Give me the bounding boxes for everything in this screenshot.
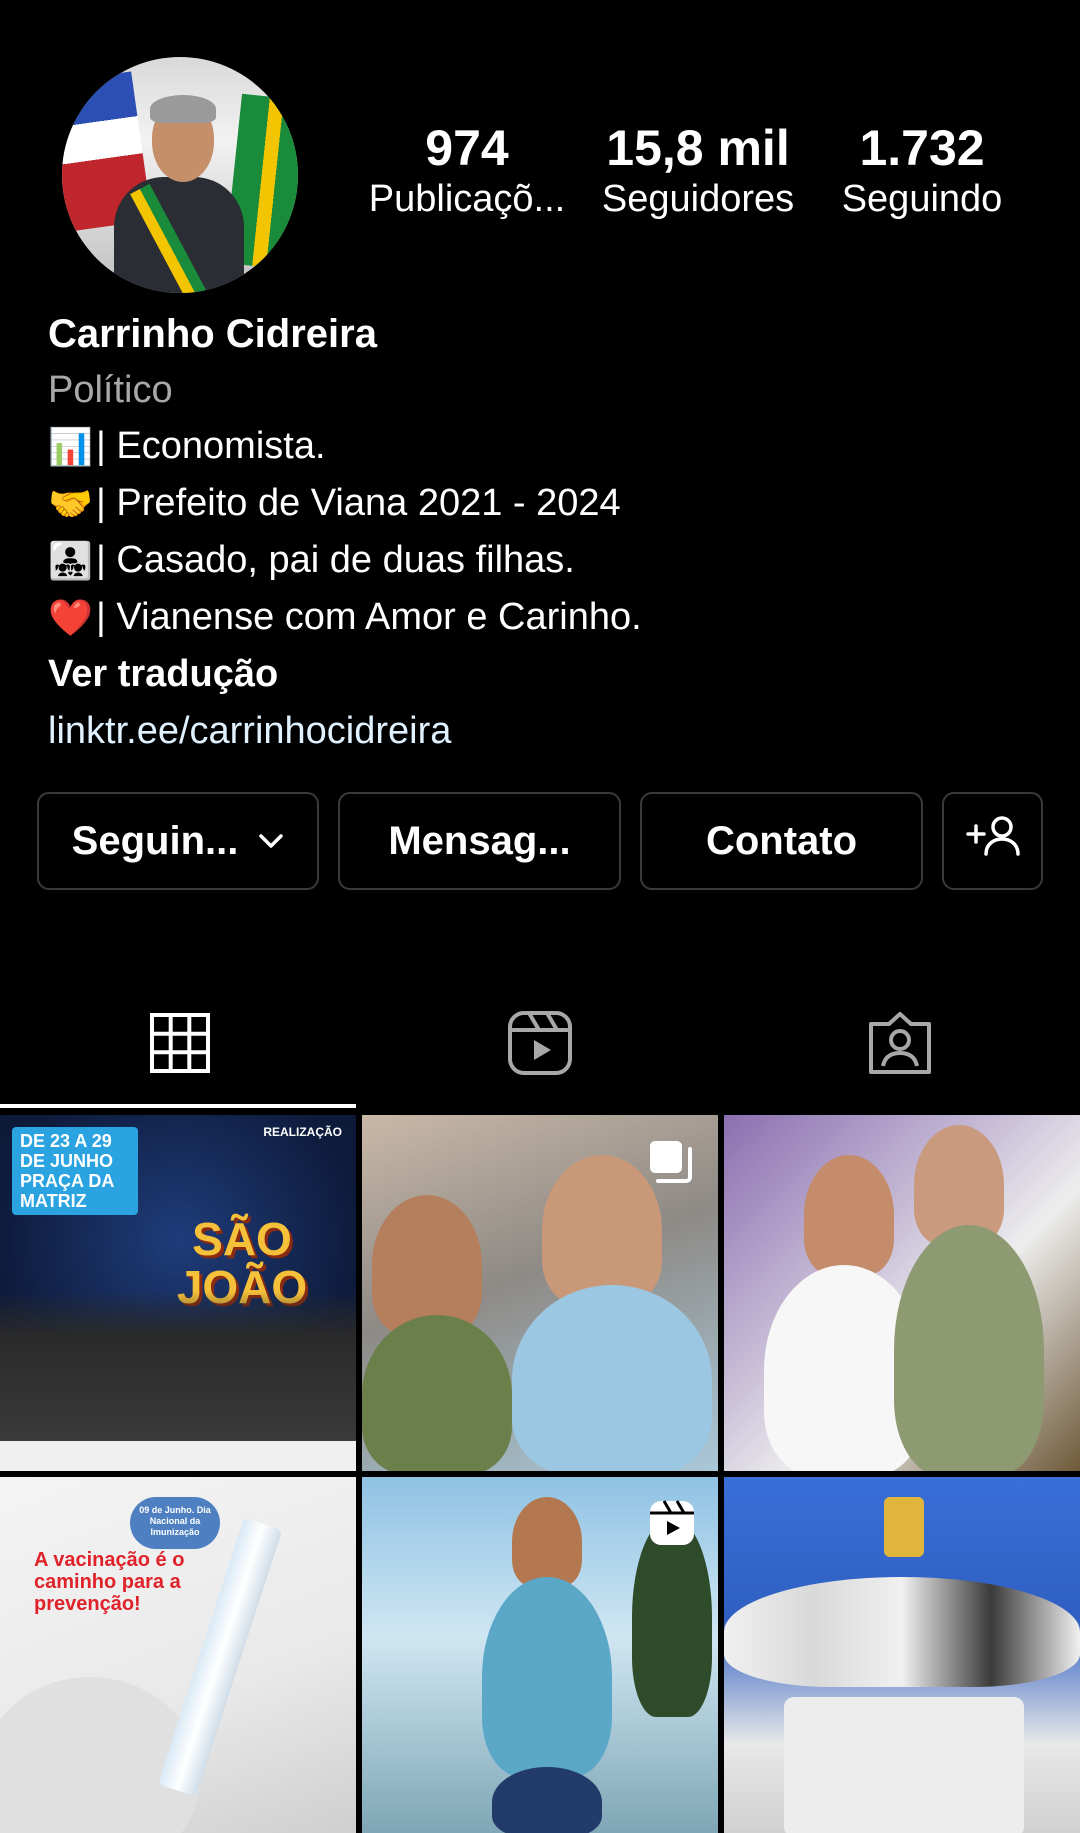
post-image-person — [894, 1225, 1044, 1471]
contact-button[interactable]: Contato — [640, 792, 923, 890]
post-image-person — [804, 1155, 894, 1275]
bar-chart-emoji-icon: 📊 — [48, 426, 93, 467]
tab-tagged[interactable] — [720, 985, 1080, 1105]
contact-button-label: Contato — [705, 818, 858, 863]
post-thumbnail[interactable] — [724, 1477, 1080, 1833]
bio-line-text: | Prefeito de Viana 2021 - 2024 — [96, 482, 621, 524]
bio-line: 👨‍👧‍👧 | Casado, pai de duas filhas. — [48, 532, 1050, 589]
following-button[interactable]: Seguin... — [37, 792, 319, 890]
stat-followers-count: 15,8 mil — [606, 120, 790, 176]
posts-grid: DE 23 A 29 DE JUNHO PRAÇA DA MATRIZ REAL… — [0, 1115, 1080, 1833]
profile-tabs — [0, 985, 1080, 1105]
profile-avatar[interactable] — [62, 57, 298, 293]
post-image-person — [362, 1315, 512, 1471]
tab-grid[interactable] — [0, 985, 360, 1105]
message-button-label: Mensag... — [388, 818, 571, 863]
post-tag-pill: 09 de Junho. Dia Nacional da Imunização — [130, 1497, 220, 1549]
post-thumbnail[interactable]: DE 23 A 29 DE JUNHO PRAÇA DA MATRIZ REAL… — [0, 1115, 356, 1471]
post-image-group — [724, 1577, 1080, 1687]
stat-posts[interactable]: 974 Publicaçõ... — [358, 120, 576, 222]
post-image-person — [372, 1195, 482, 1335]
post-image-person — [512, 1497, 582, 1587]
see-translation-link[interactable]: Ver tradução — [48, 646, 1050, 703]
bio-line-text: | Vianense com Amor e Carinho. — [96, 596, 642, 638]
grid-icon — [149, 1012, 211, 1079]
post-date-text: DE 23 A 29 DE JUNHO PRAÇA DA MATRIZ — [12, 1127, 138, 1215]
stat-posts-label: Publicaçõ... — [368, 178, 566, 220]
post-thumbnail[interactable] — [362, 1115, 718, 1471]
stat-followers-label: Seguidores — [601, 178, 795, 220]
reels-icon — [507, 1010, 573, 1081]
bio-line: 🤝 | Prefeito de Viana 2021 - 2024 — [48, 475, 1050, 532]
chevron-down-icon — [258, 833, 284, 849]
post-image-person — [492, 1767, 602, 1833]
bio-line-text: | Casado, pai de duas filhas. — [96, 539, 575, 581]
handshake-emoji-icon: 🤝 — [48, 483, 93, 524]
tagged-icon — [867, 1010, 933, 1081]
bio-line: ❤️ | Vianense com Amor e Carinho. — [48, 589, 1050, 646]
avatar-hair — [150, 95, 216, 123]
post-image-person — [542, 1155, 662, 1305]
active-tab-indicator — [0, 1104, 356, 1108]
suggested-people-button[interactable] — [942, 792, 1043, 890]
profile-website-link[interactable]: linktr.ee/carrinhocidreira — [48, 703, 1050, 760]
post-image-person — [482, 1577, 612, 1777]
family-emoji-icon: 👨‍👧‍👧 — [48, 540, 93, 581]
post-thumbnail[interactable] — [362, 1477, 718, 1833]
profile-bio: Carrinho Cidreira Político 📊 | Economist… — [48, 306, 1050, 760]
carousel-icon — [648, 1139, 694, 1190]
post-image-person — [512, 1285, 712, 1471]
following-button-label: Seguin... — [71, 818, 239, 863]
stat-following[interactable]: 1.732 Seguindo — [832, 120, 1012, 222]
add-person-icon — [964, 814, 1022, 868]
post-image-table — [784, 1697, 1024, 1833]
post-image-footer — [0, 1441, 356, 1471]
post-thumbnail[interactable]: 09 de Junho. Dia Nacional da Imunização … — [0, 1477, 356, 1833]
post-image-emblem — [884, 1497, 924, 1557]
post-image-band — [0, 1291, 356, 1441]
stat-followers[interactable]: 15,8 mil Seguidores — [588, 120, 808, 222]
post-tag-text: 09 de Junho. Dia Nacional da Imunização — [139, 1505, 211, 1537]
stat-following-label: Seguindo — [841, 178, 1003, 220]
post-headline-text: A vacinação é o caminho para a prevenção… — [34, 1549, 185, 1615]
reel-icon — [648, 1499, 696, 1552]
bio-line-text: | Economista. — [96, 425, 326, 467]
post-thumbnail[interactable] — [724, 1115, 1080, 1471]
stat-posts-count: 974 — [425, 120, 509, 176]
heart-emoji-icon: ❤️ — [48, 597, 93, 638]
stat-following-count: 1.732 — [859, 120, 985, 176]
tab-reels[interactable] — [360, 985, 720, 1105]
profile-name: Carrinho Cidreira — [48, 312, 377, 356]
bio-line: 📊 | Economista. — [48, 418, 1050, 475]
message-button[interactable]: Mensag... — [338, 792, 621, 890]
profile-category: Político — [48, 369, 173, 411]
post-realizacao-text: REALIZAÇÃO — [263, 1125, 342, 1139]
